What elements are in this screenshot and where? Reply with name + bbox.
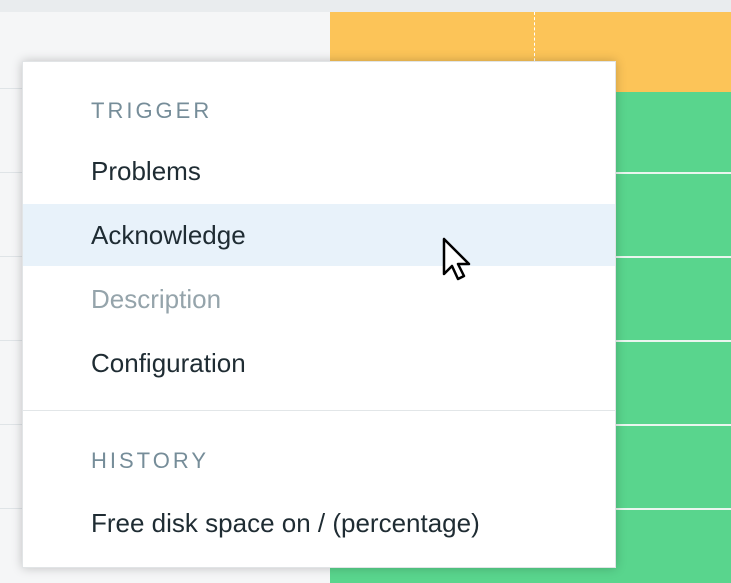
menu-item-history-free-disk-space[interactable]: Free disk space on / (percentage): [23, 492, 615, 554]
menu-section-header-trigger: TRIGGER: [91, 98, 213, 123]
menu-item-description: Description: [91, 284, 222, 314]
table-top-strip: [330, 0, 731, 12]
context-menu: TRIGGER Problems Acknowledge Description…: [22, 61, 616, 568]
menu-divider: [23, 410, 615, 411]
table-top-strip: [0, 0, 330, 12]
menu-section-header-history: HISTORY: [91, 448, 209, 473]
menu-item-configuration[interactable]: Configuration: [23, 332, 615, 394]
menu-item-acknowledge[interactable]: Acknowledge: [23, 204, 615, 266]
menu-item-problems[interactable]: Problems: [23, 140, 615, 202]
arrow-pointer-icon: [442, 237, 471, 281]
